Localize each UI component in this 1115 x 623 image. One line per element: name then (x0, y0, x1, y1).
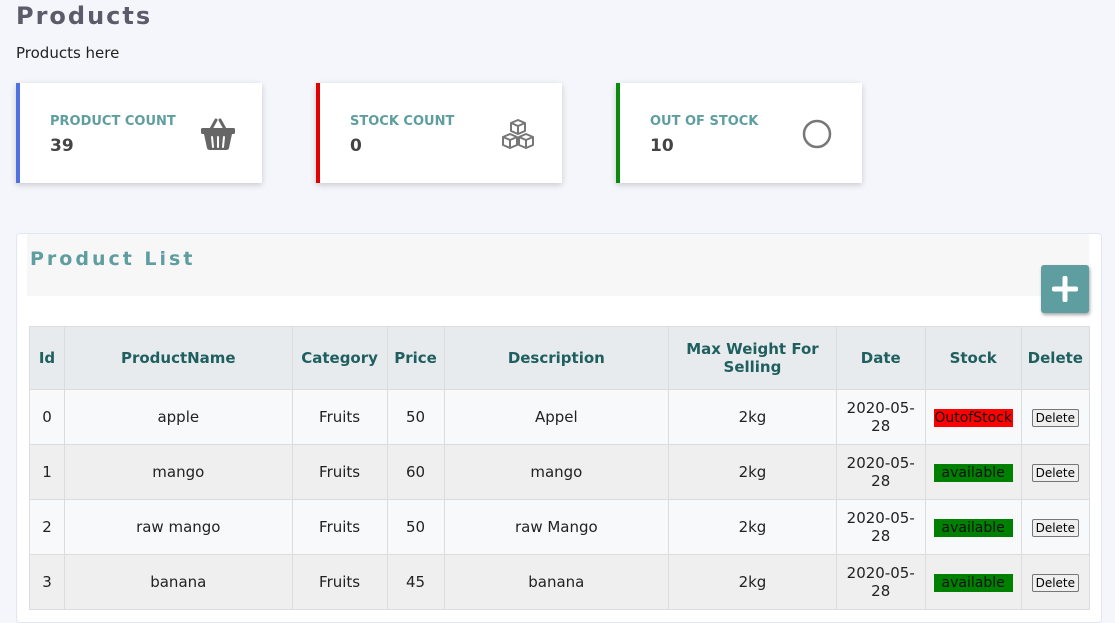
cell-id: 2 (29, 499, 65, 555)
cell-price: 50 (386, 499, 445, 555)
product-count-card: PRODUCT COUNT 39 (16, 83, 262, 183)
stock-count-label: STOCK COUNT (350, 114, 455, 129)
delete-button[interactable]: Delete (1031, 573, 1080, 592)
cell-id: 3 (29, 554, 65, 610)
basket-icon (198, 115, 238, 155)
cell-max-weight: 2kg (668, 554, 837, 610)
cell-delete: Delete (1020, 444, 1091, 500)
cell-product-name: raw mango (63, 499, 293, 555)
column-header-productname: ProductName (63, 326, 293, 390)
product-list-header: Product List (27, 234, 1089, 296)
out-of-stock-label: OUT OF STOCK (650, 114, 759, 129)
cell-delete: Delete (1020, 499, 1091, 555)
stock-badge: available (933, 463, 1013, 482)
cubes-icon (498, 115, 538, 155)
cell-stock: available (924, 444, 1022, 500)
product-list-title: Product List (30, 248, 196, 270)
column-header-id: Id (29, 326, 65, 390)
cell-max-weight: 2kg (668, 444, 837, 500)
cell-category: Fruits (291, 499, 388, 555)
add-product-button[interactable] (1041, 265, 1089, 313)
table-row: 3 banana Fruits 45 banana 2kg 2020-05-28… (29, 554, 1091, 610)
cell-product-name: mango (63, 444, 293, 500)
cell-id: 1 (29, 444, 65, 500)
cell-price: 60 (386, 444, 445, 500)
cell-category: Fruits (291, 554, 388, 610)
column-header-delete: Delete (1020, 326, 1091, 390)
delete-button[interactable]: Delete (1031, 463, 1080, 482)
cell-product-name: banana (63, 554, 293, 610)
stock-badge: available (933, 518, 1013, 537)
delete-button[interactable]: Delete (1031, 408, 1080, 427)
cell-description: raw Mango (443, 499, 670, 555)
column-header-date: Date (835, 326, 926, 390)
product-count-value: 39 (50, 136, 74, 156)
table-row: 2 raw mango Fruits 50 raw Mango 2kg 2020… (29, 499, 1091, 555)
out-of-stock-card: OUT OF STOCK 10 (616, 83, 862, 183)
plus-icon (1052, 276, 1078, 302)
stock-count-value: 0 (350, 136, 362, 156)
product-list-panel: Product List Id ProductName Category Pri… (16, 233, 1102, 623)
column-header-description: Description (443, 326, 670, 390)
table-header-row: Id ProductName Category Price Descriptio… (29, 326, 1091, 390)
stock-badge: available (933, 573, 1013, 592)
cell-product-name: apple (63, 389, 293, 445)
cell-price: 45 (386, 554, 445, 610)
cell-stock: available (924, 554, 1022, 610)
circle-icon (798, 115, 838, 155)
cell-stock: available (924, 499, 1022, 555)
table-row: 1 mango Fruits 60 mango 2kg 2020-05-28 a… (29, 444, 1091, 500)
column-header-price: Price (386, 326, 445, 390)
cell-max-weight: 2kg (668, 389, 837, 445)
cell-description: Appel (443, 389, 670, 445)
column-header-stock: Stock (924, 326, 1022, 390)
page-title: Products (16, 2, 153, 30)
column-header-category: Category (291, 326, 388, 390)
stock-count-card: STOCK COUNT 0 (316, 83, 562, 183)
delete-button[interactable]: Delete (1031, 518, 1080, 537)
table-row: 0 apple Fruits 50 Appel 2kg 2020-05-28 O… (29, 389, 1091, 445)
cell-date: 2020-05-28 (835, 444, 926, 500)
cell-stock: OutofStock (924, 389, 1022, 445)
cell-delete: Delete (1020, 554, 1091, 610)
page-subtitle: Products here (16, 44, 120, 62)
cell-date: 2020-05-28 (835, 389, 926, 445)
cell-id: 0 (29, 389, 65, 445)
products-table: Id ProductName Category Price Descriptio… (29, 326, 1091, 610)
cell-price: 50 (386, 389, 445, 445)
cell-description: mango (443, 444, 670, 500)
cell-delete: Delete (1020, 389, 1091, 445)
out-of-stock-value: 10 (650, 136, 674, 156)
cell-max-weight: 2kg (668, 499, 837, 555)
cell-category: Fruits (291, 444, 388, 500)
cell-category: Fruits (291, 389, 388, 445)
cell-date: 2020-05-28 (835, 499, 926, 555)
cell-description: banana (443, 554, 670, 610)
column-header-max-weight: Max Weight For Selling (668, 326, 837, 390)
stock-badge: OutofStock (933, 408, 1013, 427)
product-count-label: PRODUCT COUNT (50, 114, 176, 129)
cell-date: 2020-05-28 (835, 554, 926, 610)
